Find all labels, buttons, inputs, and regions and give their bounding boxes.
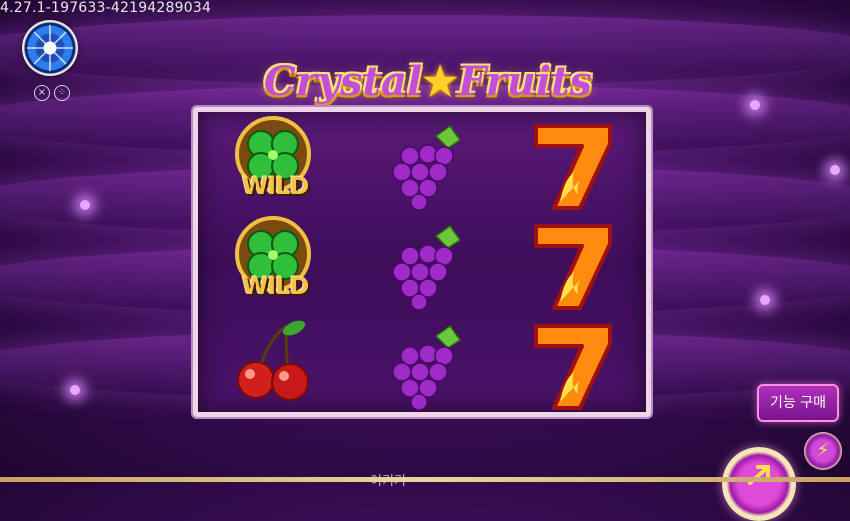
close-icon[interactable]: × bbox=[34, 85, 50, 101]
bg-light bbox=[70, 385, 80, 395]
bg-light bbox=[750, 100, 760, 110]
bg-light bbox=[830, 165, 840, 175]
grapes-symbol bbox=[348, 114, 498, 214]
star-icon: ★ bbox=[422, 58, 459, 105]
wild-clover-symbol: WILD bbox=[198, 114, 348, 214]
reel-1: WILD WILD bbox=[198, 112, 348, 412]
seven-symbol bbox=[498, 114, 648, 214]
spin-arrow-icon bbox=[748, 465, 770, 485]
seven-symbol bbox=[498, 314, 648, 414]
title-part-2: Fruits bbox=[458, 58, 593, 105]
grapes-symbol bbox=[348, 314, 498, 414]
bg-light bbox=[760, 295, 770, 305]
reel-3 bbox=[498, 112, 648, 412]
lightning-icon[interactable]: ⚡ bbox=[804, 432, 842, 470]
grapes-symbol bbox=[348, 214, 498, 314]
reel-window: WILD WILD bbox=[193, 107, 651, 417]
title-part-1: Crystal bbox=[263, 58, 423, 105]
build-version: 4.27.1-197633-42194289034 bbox=[0, 0, 212, 16]
seven-symbol bbox=[498, 214, 648, 314]
buy-feature-button[interactable]: 기능 구매 bbox=[757, 384, 839, 422]
wild-label: WILD bbox=[241, 172, 310, 200]
wild-label: WILD bbox=[241, 272, 310, 300]
dots-menu-icon[interactable]: ⁘ bbox=[54, 85, 70, 101]
wild-clover-symbol: WILD bbox=[198, 214, 348, 314]
cherries-symbol bbox=[198, 314, 348, 414]
bg-light bbox=[80, 200, 90, 210]
bottom-bar bbox=[0, 477, 850, 482]
wheel-icon[interactable] bbox=[22, 20, 78, 76]
reel-2 bbox=[348, 112, 498, 412]
game-title: Crystal★Fruits bbox=[258, 58, 598, 108]
spin-button[interactable] bbox=[722, 447, 796, 521]
